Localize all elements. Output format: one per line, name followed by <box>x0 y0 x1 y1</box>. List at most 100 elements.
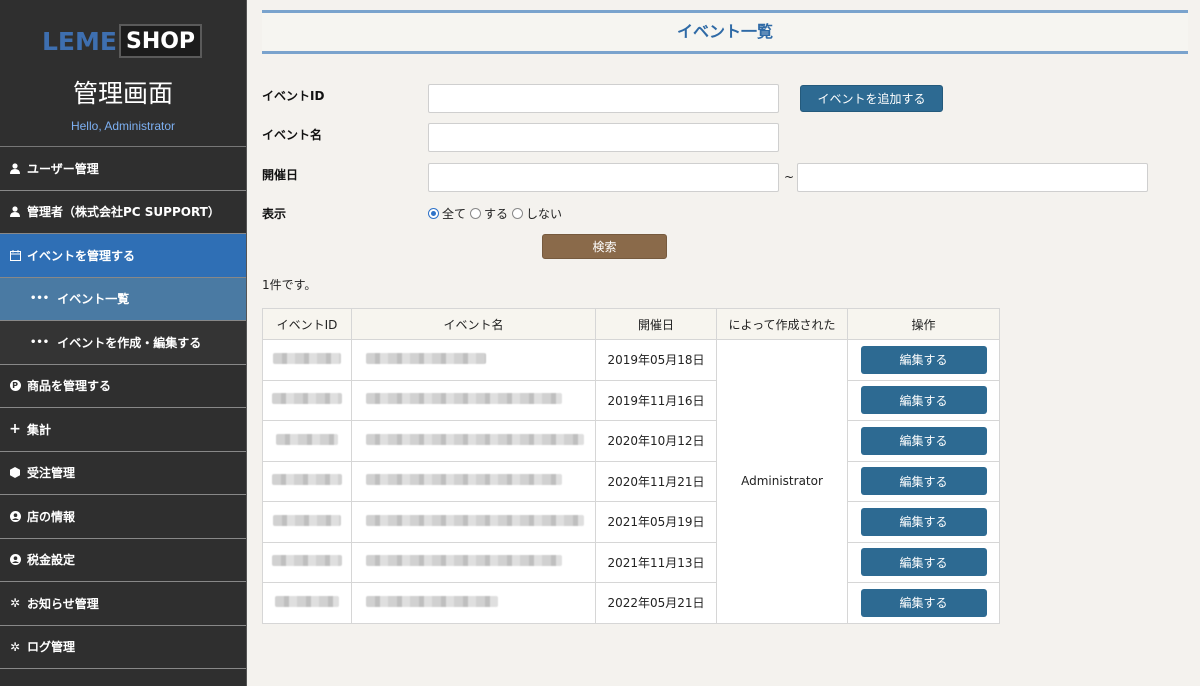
sidebar-item-news[interactable]: ✲ お知らせ管理 <box>0 582 246 626</box>
redacted-name <box>366 595 498 607</box>
sidebar-item-orders[interactable]: 受注管理 <box>0 452 246 495</box>
event-id-input[interactable] <box>428 84 779 113</box>
event-id-cell <box>262 541 352 583</box>
edit-button[interactable]: 編集する <box>860 588 987 617</box>
dots-icon: ••• <box>30 336 50 348</box>
sidebar-item-logs[interactable]: ✲ ログ管理 <box>0 626 246 669</box>
header-event-name: イベント名 <box>351 308 596 340</box>
action-cell: 編集する <box>847 420 1000 462</box>
event-id-cell <box>262 339 352 381</box>
user-icon <box>9 206 21 218</box>
radio-all-label: 全て <box>442 207 467 221</box>
sidebar-item-label: 受注管理 <box>27 466 76 481</box>
dots-icon: ••• <box>30 293 50 305</box>
edit-button[interactable]: 編集する <box>860 507 987 536</box>
radio-no[interactable] <box>512 208 524 219</box>
radio-yes[interactable] <box>470 208 482 219</box>
sidebar-item-label: 集計 <box>27 422 52 437</box>
sidebar-item-users[interactable]: ユーザー管理 <box>0 147 246 191</box>
edit-button[interactable]: 編集する <box>860 345 987 374</box>
radio-no-label: しない <box>526 207 563 221</box>
event-name-cell <box>351 339 596 381</box>
date-from-input[interactable] <box>428 163 779 192</box>
sidebar-item-label: ログ管理 <box>27 640 76 655</box>
event-id-cell <box>262 582 352 624</box>
sidebar-item-label: イベントを管理する <box>27 248 136 263</box>
table-row: 2021年11月13日 編集する <box>262 541 1000 583</box>
sidebar-nav: ユーザー管理 管理者（株式会社PC SUPPORT） イベントを管理する •••… <box>0 146 246 669</box>
sidebar: LEME SHOP 管理画面 Hello, Administrator ユーザー… <box>0 0 247 686</box>
event-name-label: イベント名 <box>262 128 323 142</box>
event-name-cell <box>351 582 596 624</box>
event-id-cell <box>262 460 352 502</box>
sidebar-item-admins[interactable]: 管理者（株式会社PC SUPPORT） <box>0 191 246 234</box>
display-radio-group: 全て する しない <box>428 205 566 222</box>
redacted-id <box>273 514 341 526</box>
page-title: イベント一覧 <box>262 10 1188 54</box>
sidebar-item-label: イベント一覧 <box>57 292 130 307</box>
event-date-cell: 2019年05月18日 <box>595 339 717 381</box>
event-id-label: イベントID <box>262 89 325 103</box>
gear-icon: ✲ <box>9 596 21 611</box>
header-created-by: によって作成された <box>716 308 848 340</box>
event-name-cell <box>351 501 596 543</box>
sidebar-item-label: 管理者（株式会社PC SUPPORT） <box>27 205 220 220</box>
events-table: イベントID イベント名 開催日 によって作成された 操作 2019年05月18… <box>262 308 1000 624</box>
action-cell: 編集する <box>847 460 1000 502</box>
redacted-id <box>273 352 341 364</box>
product-icon: P <box>9 380 21 392</box>
redacted-id <box>272 474 342 486</box>
action-cell: 編集する <box>847 339 1000 381</box>
redacted-name <box>366 514 584 526</box>
sidebar-subitem-event-edit[interactable]: ••• イベントを作成・編集する <box>0 321 246 365</box>
created-by-cell: Administrator <box>716 339 848 624</box>
redacted-name <box>366 393 562 405</box>
add-event-button[interactable]: イベントを追加する <box>800 85 943 112</box>
action-cell: 編集する <box>847 582 1000 624</box>
redacted-name <box>366 352 486 364</box>
sidebar-item-products[interactable]: P 商品を管理する <box>0 365 246 408</box>
radio-all[interactable] <box>428 208 439 219</box>
sidebar-item-label: 税金設定 <box>27 553 76 568</box>
redacted-name <box>366 474 562 486</box>
sidebar-item-events[interactable]: イベントを管理する <box>0 234 246 278</box>
header-date: 開催日 <box>595 308 717 340</box>
action-cell: 編集する <box>847 541 1000 583</box>
redacted-name <box>366 555 562 567</box>
logo: LEME SHOP <box>0 0 246 80</box>
header-actions: 操作 <box>847 308 1000 340</box>
table-row: 2022年05月21日 編集する <box>262 582 1000 624</box>
sidebar-item-label: 店の情報 <box>27 509 76 524</box>
event-date-cell: 2022年05月21日 <box>595 582 717 624</box>
action-cell: 編集する <box>847 501 1000 543</box>
sidebar-item-shop-info[interactable]: 店の情報 <box>0 495 246 539</box>
table-header-row: イベントID イベント名 開催日 によって作成された 操作 <box>262 308 1000 340</box>
date-separator: ~ <box>784 170 795 184</box>
edit-button[interactable]: 編集する <box>860 467 987 496</box>
redacted-id <box>275 595 339 607</box>
hello-text: Hello, Administrator <box>70 119 176 133</box>
edit-button[interactable]: 編集する <box>860 426 987 455</box>
redacted-name <box>366 433 584 445</box>
edit-button[interactable]: 編集する <box>860 548 987 577</box>
sidebar-item-totals[interactable]: + 集計 <box>0 408 246 452</box>
logo-text-shop: SHOP <box>118 24 203 58</box>
sidebar-subitem-event-list[interactable]: ••• イベント一覧 <box>0 277 246 321</box>
event-id-cell <box>262 420 352 462</box>
plus-icon: + <box>9 421 21 438</box>
sidebar-item-label: お知らせ管理 <box>27 596 99 611</box>
edit-button[interactable]: 編集する <box>860 386 987 415</box>
event-date-cell: 2021年11月13日 <box>595 541 717 583</box>
search-button[interactable]: 検索 <box>542 234 667 259</box>
event-name-cell <box>351 379 596 421</box>
header-event-id: イベントID <box>262 308 352 340</box>
table-row: 2020年11月21日 編集する <box>262 460 1000 502</box>
event-name-cell <box>351 541 596 583</box>
display-label: 表示 <box>262 207 287 221</box>
sidebar-item-tax[interactable]: 税金設定 <box>0 539 246 582</box>
redacted-id <box>272 393 342 405</box>
date-to-input[interactable] <box>797 163 1148 192</box>
event-name-input[interactable] <box>428 123 779 152</box>
table-row: 2019年05月18日 Administrator 編集する <box>262 339 1000 624</box>
main-content: イベント一覧 イベントID イベントを追加する イベント名 開催日 ~ 表示 全… <box>262 0 1188 624</box>
